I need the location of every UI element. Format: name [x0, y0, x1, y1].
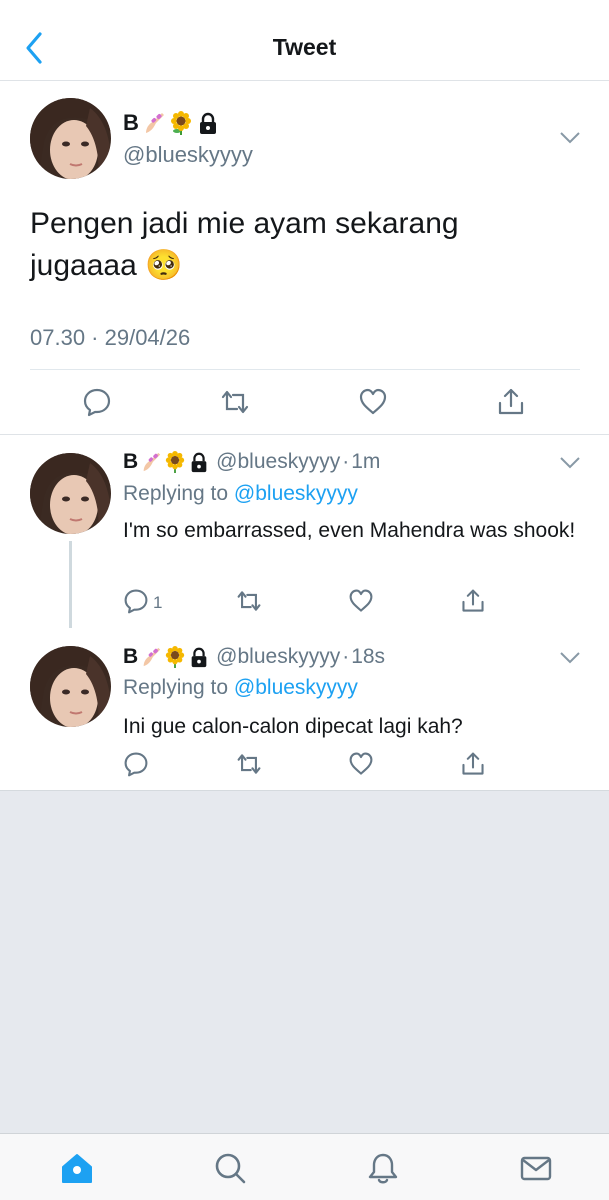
reply-icon	[124, 752, 148, 777]
tab-messages[interactable]	[518, 1150, 554, 1186]
tweet-text: Pengen jadi mie ayam sekarang jugaaaa 🥺	[30, 207, 459, 282]
messages-icon	[520, 1156, 552, 1181]
sunflower-emoji	[166, 646, 185, 668]
like-button[interactable]	[348, 588, 374, 614]
divider	[30, 369, 580, 370]
page-title: Tweet	[272, 34, 337, 60]
display-name-text: B	[123, 110, 139, 135]
display-name[interactable]: B	[123, 450, 210, 474]
replying-to-label: Replying to	[123, 482, 234, 505]
handle[interactable]: @blueskyyyy	[216, 645, 340, 669]
replying-to-label: Replying to	[123, 676, 234, 699]
lock-icon	[199, 112, 216, 134]
sunflower-emoji	[170, 111, 191, 135]
display-name-text: B	[123, 645, 139, 668]
tweet-text: Ini gue calon-calon dipecat lagi kah?	[123, 715, 463, 738]
tweet-age: 18s	[351, 645, 386, 668]
display-name-text: B	[123, 450, 139, 473]
reply-button[interactable]	[123, 751, 149, 777]
reply-button[interactable]	[82, 387, 112, 417]
reply-header: B @blueskyyyy	[123, 645, 385, 669]
thread-line	[69, 541, 72, 638]
share-button[interactable]	[496, 387, 526, 417]
notifications-icon	[368, 1153, 398, 1184]
chevron-down-icon[interactable]	[560, 652, 580, 664]
nail-polish-emoji	[145, 113, 164, 133]
sunflower-emoji	[166, 451, 185, 473]
reply-tweet[interactable]: B @blueskyyyy	[0, 435, 609, 627]
heart-icon	[359, 388, 387, 415]
tab-search[interactable]	[212, 1150, 248, 1186]
replying-to: Replying to @blueskyyyy	[123, 676, 358, 700]
heart-icon	[349, 752, 373, 775]
chevron-down-icon[interactable]	[560, 457, 580, 469]
avatar[interactable]	[30, 646, 111, 727]
heart-icon	[349, 589, 373, 612]
retweet-button[interactable]	[220, 387, 250, 417]
search-icon	[215, 1153, 246, 1184]
top-bar: Tweet	[0, 0, 609, 81]
reply-icon	[83, 388, 111, 417]
share-icon	[498, 388, 524, 415]
tab-home[interactable]	[59, 1150, 95, 1186]
handle[interactable]: @blueskyyyy	[123, 142, 253, 168]
bottom-tab-bar	[0, 1133, 609, 1200]
lock-icon	[191, 452, 207, 473]
handle[interactable]: @blueskyyyy	[216, 450, 340, 474]
retweet-icon	[237, 754, 261, 774]
reply-header: B @blueskyyyy	[123, 450, 380, 474]
avatar[interactable]	[30, 453, 111, 534]
retweet-button[interactable]	[236, 751, 262, 777]
share-button[interactable]	[460, 751, 486, 777]
mention-link[interactable]: @blueskyyyy	[234, 676, 358, 699]
share-icon	[462, 589, 484, 612]
nail-polish-emoji	[143, 452, 161, 472]
like-button[interactable]	[358, 387, 388, 417]
empty-area	[0, 790, 609, 1133]
mention-link[interactable]: @blueskyyyy	[234, 482, 358, 505]
display-name[interactable]: B	[123, 645, 210, 669]
like-button[interactable]	[348, 751, 374, 777]
main-tweet: B @blueskyyyy Pengen jadi mie ayam sekar…	[0, 81, 609, 435]
tweet-age: 1m	[351, 450, 381, 473]
share-button[interactable]	[460, 588, 486, 614]
retweet-button[interactable]	[236, 588, 262, 614]
separator: ·	[342, 450, 350, 473]
retweet-icon	[221, 390, 249, 414]
reply-icon	[124, 589, 148, 614]
lock-icon	[191, 647, 207, 668]
reply-count: 1	[153, 593, 163, 612]
tab-notifications[interactable]	[365, 1150, 401, 1186]
reply-button[interactable]	[123, 588, 149, 614]
nail-polish-emoji	[143, 647, 161, 667]
replying-to: Replying to @blueskyyyy	[123, 482, 358, 506]
home-icon	[62, 1154, 92, 1183]
tweet-text: I'm so embarrassed, even Mahendra was sh…	[123, 519, 576, 542]
display-name[interactable]: B	[123, 110, 220, 136]
retweet-icon	[237, 591, 261, 611]
avatar[interactable]	[30, 98, 111, 179]
reply-tweet[interactable]: B @blueskyyyy	[0, 628, 609, 789]
chevron-down-icon[interactable]	[560, 132, 580, 144]
separator: ·	[342, 645, 350, 668]
share-icon	[462, 752, 484, 775]
tweet-timestamp: 07.30 · 29/04/26	[30, 325, 191, 350]
